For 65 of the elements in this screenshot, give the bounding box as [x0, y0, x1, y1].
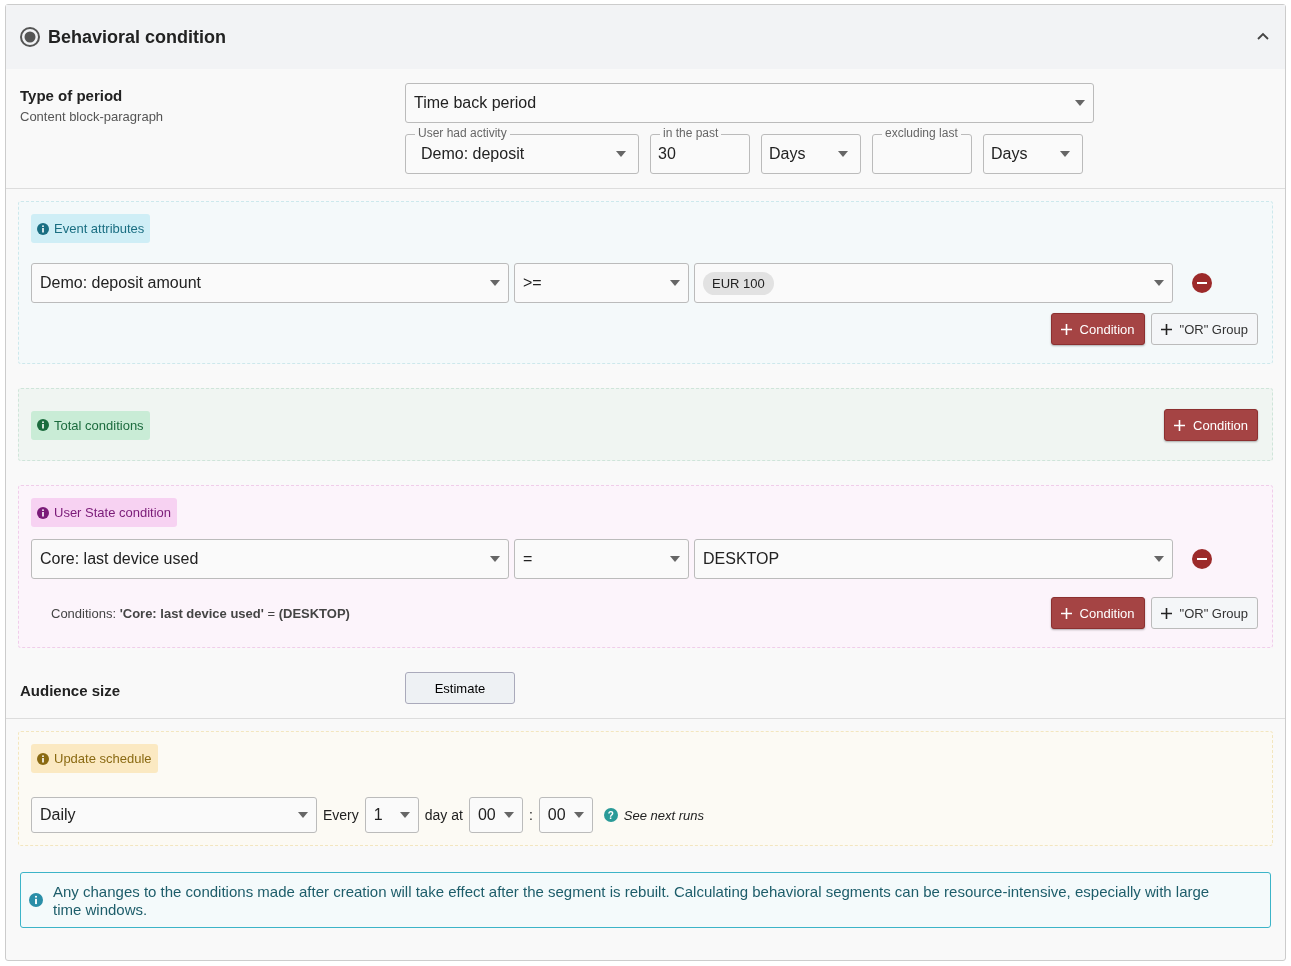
dropdown-arrow-icon: [670, 280, 680, 286]
attribute-select[interactable]: Demo: deposit amount: [31, 263, 509, 303]
conditions-summary: Conditions: 'Core: last device used' = (DESKTOP): [50, 605, 351, 621]
plus-icon: [1160, 323, 1172, 335]
value-select[interactable]: DESKTOP: [694, 539, 1173, 579]
operator-select[interactable]: =: [514, 539, 689, 579]
dropdown-arrow-icon: [1154, 556, 1164, 562]
time-separator: :: [528, 807, 533, 823]
plus-icon: [1060, 607, 1072, 619]
remove-icon: [1192, 273, 1212, 293]
section-title: Behavioral condition: [48, 26, 228, 48]
attribute-select[interactable]: Core: last device used: [31, 539, 509, 579]
floating-label: excluding last: [882, 126, 961, 140]
floating-label: in the past: [660, 126, 722, 140]
interval-select[interactable]: 1: [364, 797, 419, 833]
radio-icon: [20, 27, 40, 47]
info-icon: [37, 752, 49, 765]
group-title: Total conditions: [54, 417, 144, 433]
group-title: Event attributes: [54, 221, 145, 236]
remove-icon: [1192, 549, 1212, 569]
minute-select[interactable]: 00: [538, 797, 593, 833]
dropdown-arrow-icon: [399, 812, 410, 818]
plus-icon: [1060, 323, 1072, 335]
dropdown-arrow-icon: [298, 812, 308, 818]
add-condition-button[interactable]: Condition: [1164, 409, 1258, 441]
plus-icon: [1174, 419, 1186, 431]
help-icon: ?: [603, 808, 618, 822]
operator-select[interactable]: >=: [514, 263, 689, 303]
frequency-select[interactable]: Daily: [31, 797, 317, 833]
dropdown-select[interactable]: Days: [761, 134, 861, 174]
group-title: Update schedule: [54, 751, 152, 766]
dropdown-arrow-icon: [573, 812, 584, 818]
estimate-button[interactable]: Estimate: [405, 672, 515, 704]
info-icon: [37, 506, 49, 519]
field-label: Audience size: [20, 681, 122, 699]
dropdown-arrow-icon: [503, 812, 514, 818]
see-next-runs-link[interactable]: See next runs: [623, 807, 705, 823]
info-icon: [37, 419, 49, 431]
value-chip: EUR 100: [703, 272, 774, 295]
dropdown-arrow-icon: [1154, 280, 1164, 286]
add-condition-button[interactable]: Condition: [1050, 313, 1145, 345]
hour-select[interactable]: 00: [468, 797, 523, 833]
floating-label: User had activity: [415, 126, 510, 140]
dropdown-arrow-icon: [490, 280, 500, 286]
notice-text: Any changes to the conditions made after creation will take effect after the segment is rebuilt. Calculating behavioral segments can be resource-intensive, especially with large time windows.: [53, 883, 1211, 919]
value-select[interactable]: EUR 100: [694, 263, 1173, 303]
add-condition-button[interactable]: Condition: [1050, 597, 1145, 629]
field-description: Content block-paragraph: [20, 109, 165, 124]
period-type-select[interactable]: Time back period: [405, 83, 1094, 123]
info-icon: [37, 222, 49, 235]
group-title: User State condition: [54, 505, 172, 520]
field-label: day at: [424, 807, 463, 823]
dropdown-select[interactable]: Days: [983, 134, 1083, 174]
field-label: Type of period: [20, 87, 124, 104]
field-label: Every: [323, 807, 359, 823]
dropdown-arrow-icon: [1060, 151, 1070, 157]
dropdown-arrow-icon: [1075, 100, 1085, 106]
add-group-button[interactable]: "OR" Group: [1150, 597, 1258, 629]
add-group-button[interactable]: "OR" Group: [1150, 313, 1258, 345]
dropdown-arrow-icon: [838, 151, 848, 157]
dropdown-arrow-icon: [616, 151, 626, 157]
dropdown-arrow-icon: [670, 556, 680, 562]
plus-icon: [1160, 607, 1172, 619]
dropdown-arrow-icon: [490, 556, 500, 562]
info-icon: [29, 893, 43, 907]
